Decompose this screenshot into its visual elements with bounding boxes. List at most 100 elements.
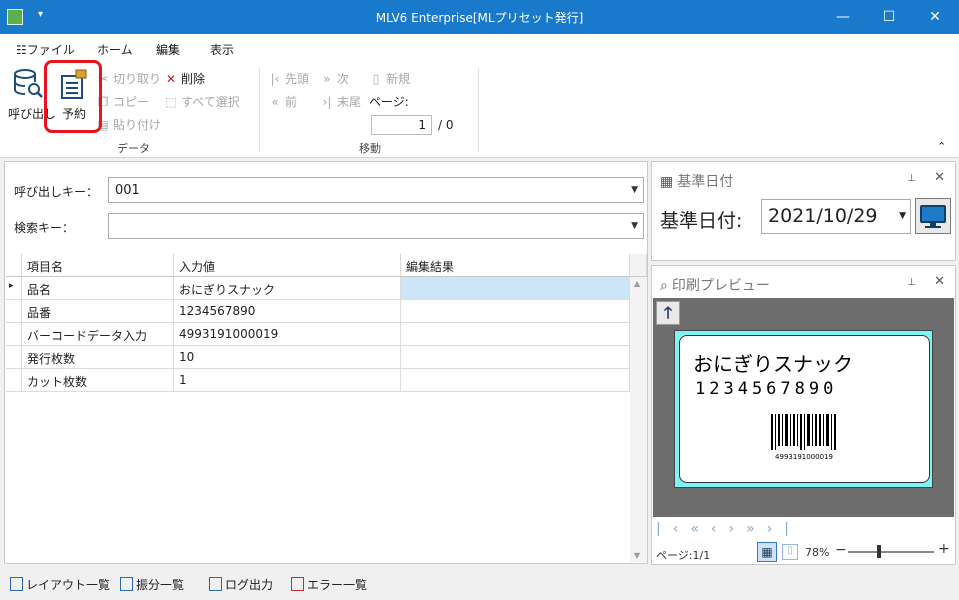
up-arrow-icon[interactable]: 🡑 bbox=[656, 301, 680, 325]
prev-label: 前 bbox=[285, 95, 298, 109]
last-page-icon[interactable]: ›| bbox=[767, 521, 801, 537]
layout-list-label: レイアウト一覧 bbox=[26, 578, 111, 592]
grid-cell[interactable]: おにぎりスナック bbox=[174, 277, 401, 300]
paste-button[interactable]: ▤ 貼り付け bbox=[96, 116, 161, 133]
next-page-icon[interactable]: › bbox=[729, 521, 747, 537]
menu-view[interactable]: 表示 bbox=[210, 41, 234, 58]
call-button[interactable]: 呼び出し bbox=[8, 68, 56, 130]
pin-icon[interactable]: ⊥ bbox=[907, 173, 916, 184]
search-key-label: 検索キー： bbox=[14, 221, 75, 235]
menu-file[interactable]: ☷ファイル bbox=[16, 41, 75, 58]
grid-header[interactable]: 編集結果 bbox=[401, 254, 630, 277]
preview-nav: |‹«‹›»›| bbox=[656, 521, 801, 537]
display-button[interactable] bbox=[915, 198, 951, 234]
table-row[interactable]: 発行枚数 10 bbox=[6, 346, 630, 369]
page-total: / 0 bbox=[438, 118, 454, 132]
new-button[interactable]: ▯ 新規 bbox=[369, 70, 410, 87]
window-title: MLV6 Enterprise[MLプリセット発行] bbox=[375, 11, 584, 25]
grid-cell[interactable]: 1 bbox=[174, 369, 401, 392]
table-row[interactable]: ▸ 品名 おにぎりスナック bbox=[6, 277, 630, 300]
table-row[interactable]: バーコードデータ入力 4993191000019 bbox=[6, 323, 630, 346]
next-icon: » bbox=[323, 72, 331, 86]
row-header bbox=[6, 300, 22, 323]
grid-view-button[interactable]: ▦ bbox=[757, 542, 777, 562]
copy-button[interactable]: ❐ コピー bbox=[96, 93, 149, 110]
maximize-button[interactable]: ☐ bbox=[866, 2, 912, 32]
page-input[interactable]: 1 bbox=[371, 115, 432, 135]
sort-list-label: 振分一覧 bbox=[136, 578, 185, 592]
grid-cell[interactable] bbox=[401, 323, 630, 346]
minimize-button[interactable]: — bbox=[820, 2, 866, 32]
scroll-down-icon[interactable]: ▼ bbox=[634, 551, 640, 560]
date-picker[interactable]: 2021/10/29 ▼ bbox=[761, 199, 911, 234]
single-page-icon[interactable]: ▯ bbox=[782, 544, 798, 560]
zoom-out-icon[interactable]: − bbox=[835, 542, 847, 558]
error-list-button[interactable]: エラー一覧 bbox=[291, 576, 367, 593]
menu-edit[interactable]: 編集 bbox=[156, 41, 181, 62]
grid-cell[interactable]: 品名 bbox=[22, 277, 174, 300]
ribbon-separator bbox=[259, 68, 260, 152]
last-icon: ›| bbox=[322, 95, 332, 109]
ribbon-separator bbox=[478, 68, 479, 152]
grid-cell[interactable]: 10 bbox=[174, 346, 401, 369]
close-icon[interactable]: ✕ bbox=[934, 274, 945, 289]
last-button[interactable]: ›| 末尾 bbox=[320, 93, 361, 110]
chevron-down-icon[interactable]: ▼ bbox=[899, 211, 906, 221]
scroll-up-icon[interactable]: ▲ bbox=[634, 279, 640, 288]
grid-corner bbox=[6, 254, 22, 277]
menu-file-label: ファイル bbox=[26, 43, 75, 57]
chevron-down-icon[interactable]: ▼ bbox=[631, 221, 638, 231]
zoom-slider-thumb[interactable] bbox=[877, 545, 881, 558]
grid-cell[interactable]: 発行枚数 bbox=[22, 346, 174, 369]
grid-header[interactable]: 入力値 bbox=[174, 254, 401, 277]
select-all-button[interactable]: ⬚ すべて選択 bbox=[164, 93, 239, 110]
first-button[interactable]: |‹ 先頭 bbox=[268, 70, 309, 87]
preview-panel: ⌕ 印刷プレビュー ⊥ ✕ 🡑 おにぎりスナック 1234567890 4993… bbox=[651, 265, 956, 565]
grid-cell[interactable]: 品番 bbox=[22, 300, 174, 323]
grid-header[interactable]: 項目名 bbox=[22, 254, 174, 277]
menu-icon: ☷ bbox=[16, 43, 27, 57]
layout-list-button[interactable]: レイアウト一覧 bbox=[10, 576, 110, 593]
grid-view-icon: ▦ bbox=[761, 545, 773, 559]
date-value: 2021/10/29 bbox=[768, 205, 878, 227]
log-output-button[interactable]: ログ出力 bbox=[209, 576, 273, 593]
paste-label: 貼り付け bbox=[113, 118, 162, 132]
grid-cell[interactable] bbox=[401, 346, 630, 369]
grid-scrollbar[interactable]: ▲ ▼ bbox=[630, 277, 647, 562]
grid-cell[interactable] bbox=[401, 277, 630, 300]
next-button[interactable]: » 次 bbox=[320, 70, 349, 87]
grid-cell[interactable] bbox=[401, 369, 630, 392]
close-button[interactable]: ✕ bbox=[912, 2, 958, 32]
grid-cell[interactable]: 1234567890 bbox=[174, 300, 401, 323]
grid-cell[interactable]: バーコードデータ入力 bbox=[22, 323, 174, 346]
date-panel-title-text: 基準日付 bbox=[677, 174, 734, 190]
delete-button[interactable]: ✕ 削除 bbox=[164, 70, 205, 87]
close-icon[interactable]: ✕ bbox=[934, 170, 945, 185]
call-key-combo[interactable]: 001 ▼ bbox=[108, 177, 644, 203]
prev-page-icon[interactable]: ‹ bbox=[711, 521, 729, 537]
cut-button[interactable]: ✂ 切り取り bbox=[96, 70, 161, 87]
barcode-text: 4993191000019 bbox=[775, 453, 833, 461]
grid-cell[interactable]: 4993191000019 bbox=[174, 323, 401, 346]
pin-icon[interactable]: ⊥ bbox=[907, 277, 916, 288]
collapse-ribbon-icon[interactable]: ⌃ bbox=[937, 140, 946, 153]
barcode-icon bbox=[771, 414, 836, 450]
row-header bbox=[6, 369, 22, 392]
sort-list-button[interactable]: 振分一覧 bbox=[120, 576, 184, 593]
menu-home[interactable]: ホーム bbox=[97, 41, 133, 58]
grid-cell[interactable] bbox=[401, 300, 630, 323]
zoom-slider[interactable] bbox=[848, 545, 934, 558]
select-all-icon: ⬚ bbox=[165, 95, 177, 109]
table-row[interactable]: 品番 1234567890 bbox=[6, 300, 630, 323]
chevron-down-icon[interactable]: ▼ bbox=[631, 185, 638, 195]
grid-cell[interactable]: カット枚数 bbox=[22, 369, 174, 392]
zoom-in-icon[interactable]: + bbox=[938, 541, 950, 557]
next-fast-icon[interactable]: » bbox=[746, 521, 767, 537]
search-key-combo[interactable]: ▼ bbox=[108, 213, 644, 239]
prev-button[interactable]: «前 bbox=[268, 93, 297, 110]
layout-icon bbox=[10, 577, 23, 591]
prev-fast-icon[interactable]: « bbox=[690, 521, 711, 537]
delete-icon: ✕ bbox=[165, 72, 177, 86]
first-page-icon[interactable]: |‹ bbox=[656, 521, 690, 537]
table-row[interactable]: カット枚数 1 bbox=[6, 369, 630, 392]
